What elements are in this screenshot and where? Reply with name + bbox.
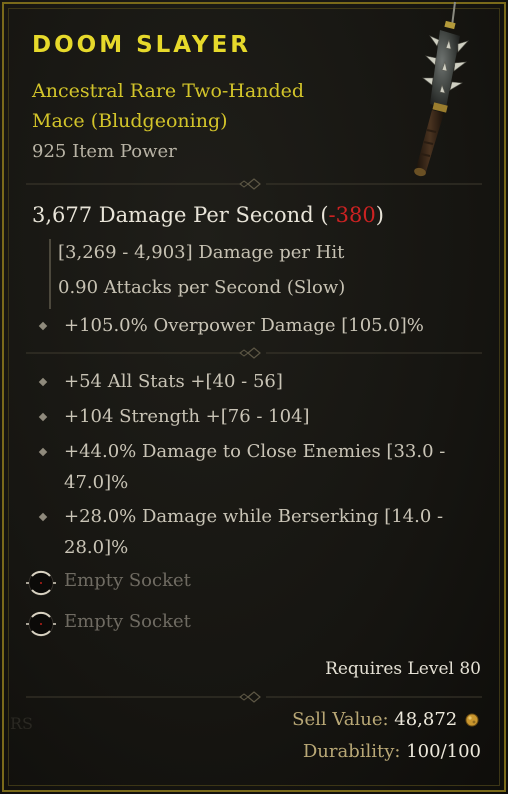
socket-label: Empty Socket [64, 611, 191, 632]
diamond-bullet-icon [38, 447, 48, 457]
affix: +44.0% Damage to Close Enemies [33.0 - 4… [38, 436, 480, 498]
item-type: Ancestral Rare Two-Handed Mace (Bludgeon… [32, 80, 305, 132]
socket-icon [26, 611, 56, 637]
implicit-affix-text: +105.0% Overpower Damage [105.0]% [64, 315, 424, 336]
socket-icon [26, 570, 56, 596]
diamond-bullet-icon [38, 412, 48, 422]
attacks-per-second: 0.90 Attacks per Second (Slow) [58, 277, 346, 298]
diamond-bullet-icon [38, 512, 48, 522]
section-divider [26, 178, 482, 190]
dps-value: 3,677 Damage Per Second [32, 203, 314, 227]
damage-per-second: 3,677 Damage Per Second (-380) [32, 203, 384, 227]
damage-per-hit: [3,269 - 4,903] Damage per Hit [58, 242, 345, 263]
sell-value: Sell Value: 48,872 [292, 709, 479, 730]
affix-text: +44.0% Damage to Close Enemies [33.0 - 4… [64, 441, 446, 493]
level-requirement: Requires Level 80 [325, 659, 481, 679]
durability-value: 100/100 [406, 741, 481, 762]
section-divider [26, 347, 482, 359]
affix-text: +104 Strength +[76 - 104] [64, 406, 310, 427]
affix-text: +28.0% Damage while Berserking [14.0 - 2… [64, 506, 444, 558]
implicit-affix: +105.0% Overpower Damage [105.0]% [38, 310, 480, 341]
diamond-bullet-icon [38, 377, 48, 387]
durability: Durability: 100/100 [303, 741, 481, 762]
socket-label: Empty Socket [64, 570, 191, 591]
sell-value-label: Sell Value: [292, 709, 389, 730]
affix: +54 All Stats +[40 - 56] [38, 366, 480, 397]
affix-text: +54 All Stats +[40 - 56] [64, 371, 283, 392]
affix: +104 Strength +[76 - 104] [38, 401, 480, 432]
dps-delta-close: ) [375, 203, 384, 227]
dps-delta: -380 [328, 203, 376, 227]
item-name: DOOM SLAYER [32, 32, 251, 58]
sell-value-amount: 48,872 [394, 709, 458, 730]
diamond-bullet-icon [38, 321, 48, 331]
affix: +28.0% Damage while Berserking [14.0 - 2… [38, 501, 480, 563]
gold-coin-icon [465, 713, 479, 727]
dps-delta-open: ( [320, 203, 329, 227]
section-divider [26, 691, 482, 703]
watermark: RS [10, 714, 34, 733]
mace-icon [414, 1, 469, 177]
item-tooltip: DOOM SLAYER Ancestral Rare Two-Handed Ma… [0, 0, 508, 794]
durability-label: Durability: [302, 741, 401, 762]
item-power: 925 Item Power [32, 141, 177, 162]
